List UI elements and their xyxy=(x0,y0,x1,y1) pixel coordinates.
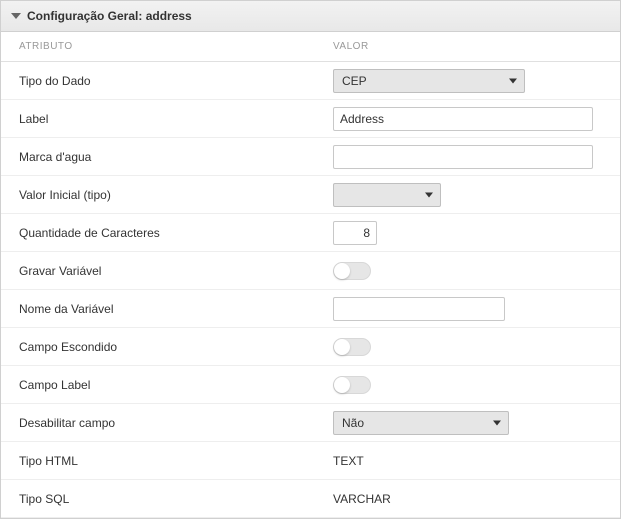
col-header-value: VALOR xyxy=(331,41,620,52)
row-disable-field: Desabilitar campo Não xyxy=(1,404,620,442)
row-hidden-field: Campo Escondido xyxy=(1,328,620,366)
col-header-attribute: ATRIBUTO xyxy=(1,41,331,52)
data-type-select[interactable]: CEP xyxy=(333,69,525,93)
column-headers: ATRIBUTO VALOR xyxy=(1,32,620,62)
row-save-variable: Gravar Variável xyxy=(1,252,620,290)
panel-header[interactable]: Configuração Geral: address xyxy=(1,1,620,32)
row-initial-value: Valor Inicial (tipo) xyxy=(1,176,620,214)
disable-field-label: Desabilitar campo xyxy=(1,416,331,430)
sql-type-value: VARCHAR xyxy=(333,492,391,506)
panel-title: Configuração Geral: address xyxy=(27,9,192,23)
row-label-field-toggle: Campo Label xyxy=(1,366,620,404)
variable-name-label: Nome da Variável xyxy=(1,302,331,316)
initial-value-label: Valor Inicial (tipo) xyxy=(1,188,331,202)
collapse-icon xyxy=(11,13,21,19)
label-input[interactable] xyxy=(333,107,593,131)
config-panel: Configuração Geral: address ATRIBUTO VAL… xyxy=(0,0,621,519)
row-variable-name: Nome da Variável xyxy=(1,290,620,328)
save-variable-label: Gravar Variável xyxy=(1,264,331,278)
row-html-type: Tipo HTML TEXT xyxy=(1,442,620,480)
data-type-label: Tipo do Dado xyxy=(1,74,331,88)
label-field-toggle-label: Campo Label xyxy=(1,378,331,392)
disable-field-select[interactable]: Não xyxy=(333,411,509,435)
row-label: Label xyxy=(1,100,620,138)
save-variable-toggle[interactable] xyxy=(333,262,371,280)
row-watermark: Marca d'agua xyxy=(1,138,620,176)
watermark-input[interactable] xyxy=(333,145,593,169)
label-label: Label xyxy=(1,112,331,126)
hidden-field-label: Campo Escondido xyxy=(1,340,331,354)
variable-name-input[interactable] xyxy=(333,297,505,321)
html-type-label: Tipo HTML xyxy=(1,454,331,468)
row-sql-type: Tipo SQL VARCHAR xyxy=(1,480,620,518)
max-chars-input[interactable] xyxy=(333,221,377,245)
label-field-toggle[interactable] xyxy=(333,376,371,394)
max-chars-label: Quantidade de Caracteres xyxy=(1,226,331,240)
sql-type-label: Tipo SQL xyxy=(1,492,331,506)
initial-value-select[interactable] xyxy=(333,183,441,207)
row-data-type: Tipo do Dado CEP xyxy=(1,62,620,100)
row-max-chars: Quantidade de Caracteres xyxy=(1,214,620,252)
hidden-field-toggle[interactable] xyxy=(333,338,371,356)
watermark-label: Marca d'agua xyxy=(1,150,331,164)
html-type-value: TEXT xyxy=(333,454,364,468)
